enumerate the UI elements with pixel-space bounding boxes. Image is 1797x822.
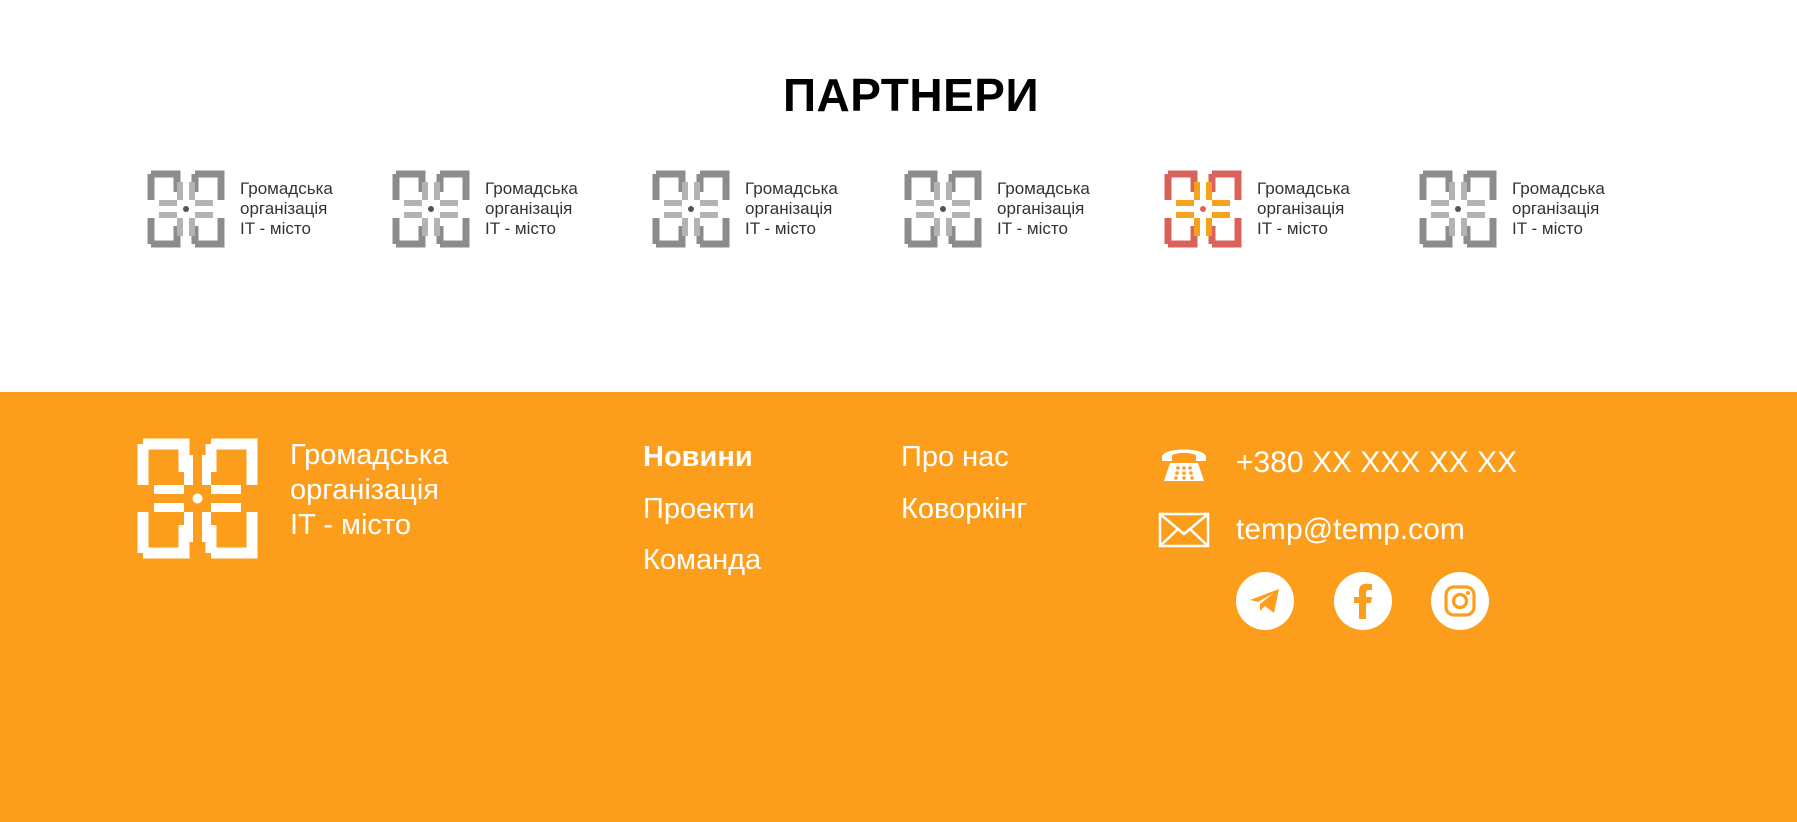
- telegram-button[interactable]: [1236, 572, 1294, 630]
- telephone-icon: [1162, 449, 1206, 481]
- footer-logo-line: IT - місто: [290, 509, 411, 541]
- page: ПАРТНЕРИ Громадська організація IT - міс…: [0, 0, 1797, 822]
- nav-link-team[interactable]: Команда: [643, 542, 761, 578]
- partner-logo-6[interactable]: Громадська організація IT - місто: [1419, 170, 1605, 248]
- partner-logo-mark-icon: [904, 170, 982, 248]
- partner-logo-line: організація: [745, 199, 833, 218]
- footer-logo-line: Громадська: [290, 439, 449, 471]
- partner-logo-text: Громадська організація IT - місто: [1512, 179, 1605, 239]
- partner-logo-line: IT - місто: [1512, 219, 1583, 238]
- partner-logo-text: Громадська організація IT - місто: [997, 179, 1090, 239]
- partner-logo-line: організація: [240, 199, 328, 218]
- nav-link-about[interactable]: Про нас: [901, 439, 1009, 475]
- nav-link-news[interactable]: Новини: [643, 439, 753, 475]
- contact-email: temp@temp.com: [1158, 508, 1465, 552]
- partner-logo-line: Громадська: [997, 179, 1090, 198]
- partner-logo-mark-icon: [1164, 170, 1242, 248]
- footer-logo-line: організація: [290, 474, 439, 506]
- partners-title: ПАРТНЕРИ: [782, 69, 1040, 121]
- partner-logo-line: Громадська: [485, 179, 578, 198]
- footer: Громадська організація IT - місто Новини…: [0, 392, 1797, 822]
- partner-logo-line: IT - місто: [240, 219, 311, 238]
- footer-logo-mark-icon: [137, 438, 258, 559]
- partner-logo-line: Громадська: [745, 179, 838, 198]
- instagram-icon: [1444, 585, 1476, 617]
- phone-link[interactable]: +380 XX XXX XX XX: [1236, 446, 1517, 480]
- partner-logo-line: організація: [485, 199, 573, 218]
- partner-logo-text: Громадська організація IT - місто: [1257, 179, 1350, 239]
- envelope-icon: [1158, 512, 1210, 548]
- facebook-icon: [1354, 583, 1372, 619]
- facebook-button[interactable]: [1334, 572, 1392, 630]
- partner-logo-2[interactable]: Громадська організація IT - місто: [392, 170, 578, 248]
- footer-logo[interactable]: Громадська організація IT - місто: [137, 438, 448, 559]
- partner-logo-line: організація: [1257, 199, 1345, 218]
- contact-phone: +380 XX XXX XX XX: [1158, 440, 1517, 486]
- partner-logo-line: IT - місто: [1257, 219, 1328, 238]
- partner-logo-line: Громадська: [240, 179, 333, 198]
- nav-link-projects[interactable]: Проекти: [643, 491, 755, 527]
- email-link[interactable]: temp@temp.com: [1236, 513, 1465, 547]
- partner-logo-mark-icon: [652, 170, 730, 248]
- partner-logo-text: Громадська організація IT - місто: [745, 179, 838, 239]
- partner-logo-mark-icon: [392, 170, 470, 248]
- footer-logo-text: Громадська організація IT - місто: [290, 438, 448, 543]
- partner-logo-text: Громадська організація IT - місто: [240, 179, 333, 239]
- partner-logo-line: організація: [1512, 199, 1600, 218]
- telegram-icon: [1250, 589, 1279, 613]
- instagram-button[interactable]: [1431, 572, 1489, 630]
- partner-logo-line: Громадська: [1512, 179, 1605, 198]
- partner-logo-3[interactable]: Громадська організація IT - місто: [652, 170, 838, 248]
- partner-logo-4[interactable]: Громадська організація IT - місто: [904, 170, 1090, 248]
- partner-logo-mark-icon: [1419, 170, 1497, 248]
- partner-logo-line: IT - місто: [745, 219, 816, 238]
- partner-logo-line: IT - місто: [997, 219, 1068, 238]
- partner-logo-mark-icon: [147, 170, 225, 248]
- partner-logo-5[interactable]: Громадська організація IT - місто: [1164, 170, 1350, 248]
- partner-logo-line: організація: [997, 199, 1085, 218]
- partner-logo-line: Громадська: [1257, 179, 1350, 198]
- nav-link-coworking[interactable]: Коворкінг: [901, 491, 1027, 527]
- partner-logo-text: Громадська організація IT - місто: [485, 179, 578, 239]
- partner-logo-1[interactable]: Громадська організація IT - місто: [147, 170, 333, 248]
- partner-logo-line: IT - місто: [485, 219, 556, 238]
